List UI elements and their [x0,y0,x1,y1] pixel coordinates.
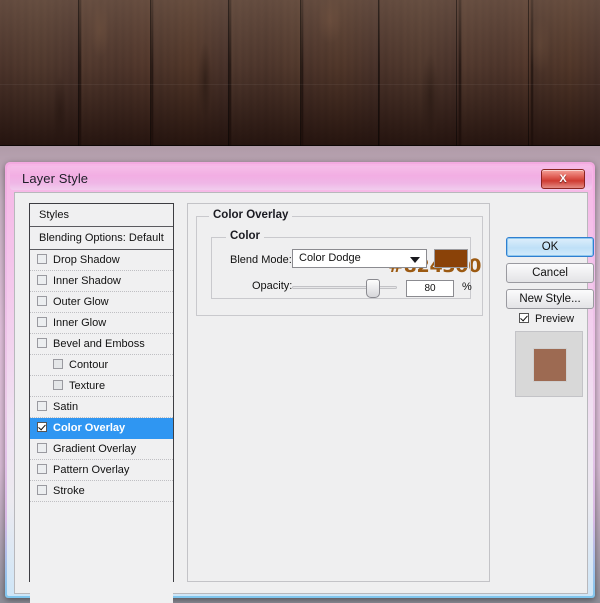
dialog-title: Layer Style [22,171,89,186]
cancel-button[interactable]: Cancel [506,263,594,283]
opacity-slider-thumb[interactable] [366,279,381,298]
checkbox-gradient-overlay[interactable] [37,443,47,453]
color-legend: Color [226,230,265,242]
blend-mode-label: Blend Mode: [230,254,292,266]
effect-label: Inner Glow [53,317,107,329]
checkbox-contour[interactable] [53,359,63,369]
dialog-body: Styles Blending Options: Default Drop Sh… [14,192,594,603]
effect-row-stroke[interactable]: Stroke [30,481,173,502]
checkbox-drop-shadow[interactable] [37,254,47,264]
chevron-down-icon [410,257,420,263]
color-overlay-panel: Color Overlay #824300 Color Blend Mode: … [187,203,490,582]
close-icon: X [559,173,567,185]
checkbox-inner-shadow[interactable] [37,275,47,285]
effect-row-inner-glow[interactable]: Inner Glow [30,313,173,334]
effect-label: Contour [69,359,109,371]
checkbox-bevel-and-emboss[interactable] [37,338,47,348]
effect-label: Bevel and Emboss [53,338,145,350]
new-style-button[interactable]: New Style... [506,289,594,309]
opacity-input[interactable]: 80 [406,280,454,297]
color-group: Color Blend Mode: Color Dodge Opacity: 8… [211,230,472,299]
styles-list[interactable]: Styles Blending Options: Default Drop Sh… [29,203,174,603]
blending-options-row[interactable]: Blending Options: Default [30,227,173,250]
screen: Layer Style X Styles Blending Options: D… [0,0,600,603]
checkbox-inner-glow[interactable] [37,317,47,327]
effect-row-contour[interactable]: Contour [30,355,173,376]
checkbox-satin[interactable] [37,401,47,411]
styles-list-empty-area [30,502,173,603]
color-overlay-legend: Color Overlay [209,209,293,221]
effect-row-color-overlay[interactable]: Color Overlay [30,418,173,439]
color-overlay-group: Color Overlay #824300 Color Blend Mode: … [196,209,483,316]
effect-label: Pattern Overlay [53,464,130,476]
opacity-slider-track[interactable] [292,286,397,289]
blend-mode-select[interactable]: Color Dodge [292,249,427,268]
close-button[interactable]: X [541,169,585,189]
preview-swatch [533,348,567,382]
color-swatch[interactable] [434,249,468,268]
effect-label: Gradient Overlay [53,443,137,455]
layer-style-dialog: Layer Style X Styles Blending Options: D… [5,162,595,603]
checkbox-outer-glow[interactable] [37,296,47,306]
ok-button[interactable]: OK [506,237,594,257]
effect-label: Outer Glow [53,296,109,308]
effect-row-texture[interactable]: Texture [30,376,173,397]
color-swatch-fill [435,250,467,267]
effect-row-outer-glow[interactable]: Outer Glow [30,292,173,313]
effect-row-pattern-overlay[interactable]: Pattern Overlay [30,460,173,481]
effects-rows: Drop Shadow Inner Shadow Outer Glow Inne… [30,250,173,502]
wood-background [0,0,600,146]
effect-row-drop-shadow[interactable]: Drop Shadow [30,250,173,271]
effect-label: Inner Shadow [53,275,121,287]
checkbox-color-overlay[interactable] [37,422,47,432]
opacity-unit: % [462,281,472,293]
effect-label: Drop Shadow [53,254,120,266]
effect-label: Color Overlay [53,422,126,434]
checkbox-stroke[interactable] [37,485,47,495]
dialog-titlebar[interactable]: Layer Style X [10,166,592,190]
opacity-label: Opacity: [252,280,293,292]
checkbox-texture[interactable] [53,380,63,390]
checkbox-pattern-overlay[interactable] [37,464,47,474]
effect-label: Stroke [53,485,85,497]
preview-checkbox-row[interactable]: Preview [519,313,574,325]
effect-row-satin[interactable]: Satin [30,397,173,418]
preview-label: Preview [535,313,575,325]
blend-mode-value: Color Dodge [299,252,361,264]
effect-row-inner-shadow[interactable]: Inner Shadow [30,271,173,292]
effect-label: Satin [53,401,79,413]
effect-row-bevel-and-emboss[interactable]: Bevel and Emboss [30,334,173,355]
styles-list-header[interactable]: Styles [30,204,173,227]
effect-row-gradient-overlay[interactable]: Gradient Overlay [30,439,173,460]
preview-thumbnail [515,331,583,397]
checkbox-preview[interactable] [519,313,529,323]
effect-label: Texture [69,380,106,392]
